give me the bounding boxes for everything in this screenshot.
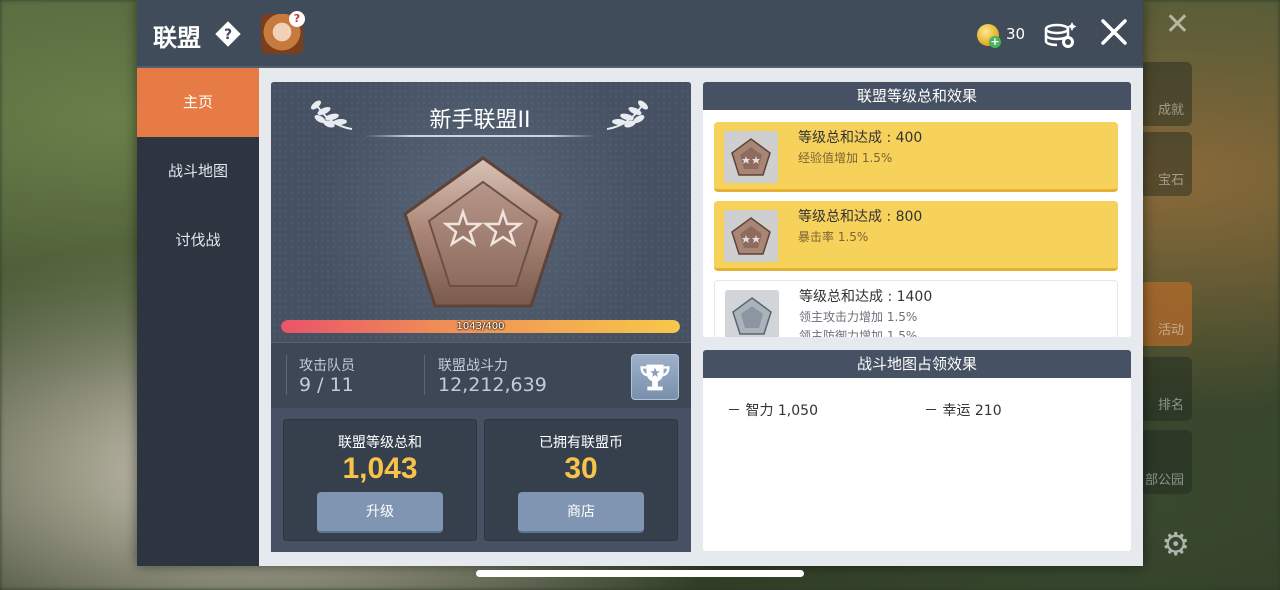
effect-desc-secondary: 领主防御力增加 1.5% xyxy=(799,329,918,337)
level-total-value: 1,043 xyxy=(342,452,418,485)
bronze-emblem-icon xyxy=(724,131,778,183)
union-stats-row: 攻击队员 9 / 11 联盟战斗力 12,212,639 xyxy=(271,342,691,408)
combat-power-label: 联盟战斗力 xyxy=(438,358,508,374)
svg-text:?: ? xyxy=(224,27,232,43)
level-effects-list[interactable]: 等级总和达成 : 400 经验值增加 1.5% 等级总和达成 : 800 暴击率… xyxy=(703,110,1131,337)
silver-emblem-icon xyxy=(725,290,779,337)
modal-header: 联盟 ? ? + 30 xyxy=(137,0,1143,68)
sidebar-item-raid[interactable]: 讨伐战 xyxy=(137,206,259,275)
progress-text: 1043/400 xyxy=(456,321,505,332)
main-content: 新手联盟II 1043/400 攻击队员 9 / 11 联盟战斗力 12,212… xyxy=(259,68,1143,566)
combat-power-value: 12,212,639 xyxy=(438,374,547,396)
level-total-label: 联盟等级总和 xyxy=(338,435,422,451)
union-modal: 联盟 ? ? + 30 主页 战斗地图 讨伐战 新手联盟II 1043/400 … xyxy=(137,0,1143,566)
stat-divider xyxy=(286,355,287,395)
union-rank-name: 新手联盟II xyxy=(429,108,531,133)
laurel-left-icon xyxy=(311,100,353,130)
union-summary-card: 新手联盟II 1043/400 攻击队员 9 / 11 联盟战斗力 12,212… xyxy=(271,82,691,552)
ranking-trophy-button[interactable] xyxy=(631,354,679,400)
battle-map-effects-title: 战斗地图占领效果 xyxy=(703,350,1131,378)
level-total-box: 联盟等级总和 1,043 升级 xyxy=(283,419,477,541)
emblem-area: 新手联盟II 1043/400 xyxy=(271,82,691,342)
close-button[interactable] xyxy=(1099,17,1129,47)
coin-count: 30 xyxy=(1006,25,1026,43)
settings-gear-icon: ⚙ xyxy=(1161,525,1190,563)
bronze-emblem-icon xyxy=(724,210,778,262)
background-side-ranking: 排名 xyxy=(1140,357,1192,421)
add-coin-icon[interactable]: + xyxy=(989,36,1001,48)
shop-button[interactable]: 商店 xyxy=(518,492,644,533)
question-badge-icon: ? xyxy=(289,11,305,27)
attack-members-label: 攻击队员 xyxy=(299,358,355,374)
map-effect-stat: － 幸运 210 xyxy=(924,403,1002,419)
effect-title: 等级总和达成 : 1400 xyxy=(799,289,933,305)
coins-value: 30 xyxy=(564,452,598,485)
sidebar-nav: 主页 战斗地图 讨伐战 xyxy=(137,68,259,566)
list-item: 等级总和达成 : 1400 领主攻击力增加 1.5% 领主防御力增加 1.5% xyxy=(714,280,1118,337)
home-indicator[interactable] xyxy=(476,570,804,577)
list-item: 等级总和达成 : 400 经验值增加 1.5% xyxy=(714,122,1118,192)
laurel-right-icon xyxy=(606,100,648,130)
battle-map-effects-panel: 战斗地图占领效果 － 智力 1,050 － 幸运 210 xyxy=(703,350,1131,551)
stat-divider xyxy=(424,355,425,395)
union-progress-bar: 1043/400 xyxy=(281,320,680,333)
upgrade-button[interactable]: 升级 xyxy=(317,492,443,533)
level-effects-title: 联盟等级总和效果 xyxy=(703,82,1131,110)
background-side-park: 部公园 xyxy=(1140,430,1192,494)
level-effects-panel: 联盟等级总和效果 等级总和达成 : 400 经验值增加 1.5% 等级总和达成 … xyxy=(703,82,1131,337)
effect-title: 等级总和达成 : 800 xyxy=(798,209,923,225)
trophy-icon xyxy=(640,364,670,391)
background-side-gem: 宝石 xyxy=(1140,132,1192,196)
effect-desc: 领主攻击力增加 1.5% xyxy=(799,310,918,324)
map-effect-stat: － 智力 1,050 xyxy=(727,403,818,419)
background-side-event: 活动 xyxy=(1140,282,1192,346)
sidebar-item-home[interactable]: 主页 xyxy=(137,68,259,137)
background-close-icon: ✕ xyxy=(1164,7,1190,42)
union-rank-emblem-icon xyxy=(403,156,563,308)
page-title: 联盟 xyxy=(153,24,201,52)
effect-title: 等级总和达成 : 400 xyxy=(798,130,923,146)
effect-desc: 经验值增加 1.5% xyxy=(798,151,893,165)
sidebar-item-battle-map[interactable]: 战斗地图 xyxy=(137,137,259,206)
list-item: 等级总和达成 : 800 暴击率 1.5% xyxy=(714,201,1118,271)
coins-label: 已拥有联盟币 xyxy=(539,435,623,451)
background-side-achievement: 成就 xyxy=(1140,62,1192,126)
attack-members-value: 9 / 11 xyxy=(299,374,354,396)
guide-avatar-icon[interactable]: ? xyxy=(261,11,305,54)
effect-desc: 暴击率 1.5% xyxy=(798,230,869,244)
union-coins-box: 已拥有联盟币 30 商店 xyxy=(484,419,678,541)
help-icon[interactable]: ? xyxy=(215,21,241,47)
name-divider xyxy=(364,135,596,137)
union-bottom-area: 联盟等级总和 1,043 升级 已拥有联盟币 30 商店 xyxy=(271,408,691,552)
coin-shop-icon[interactable] xyxy=(1042,17,1078,51)
